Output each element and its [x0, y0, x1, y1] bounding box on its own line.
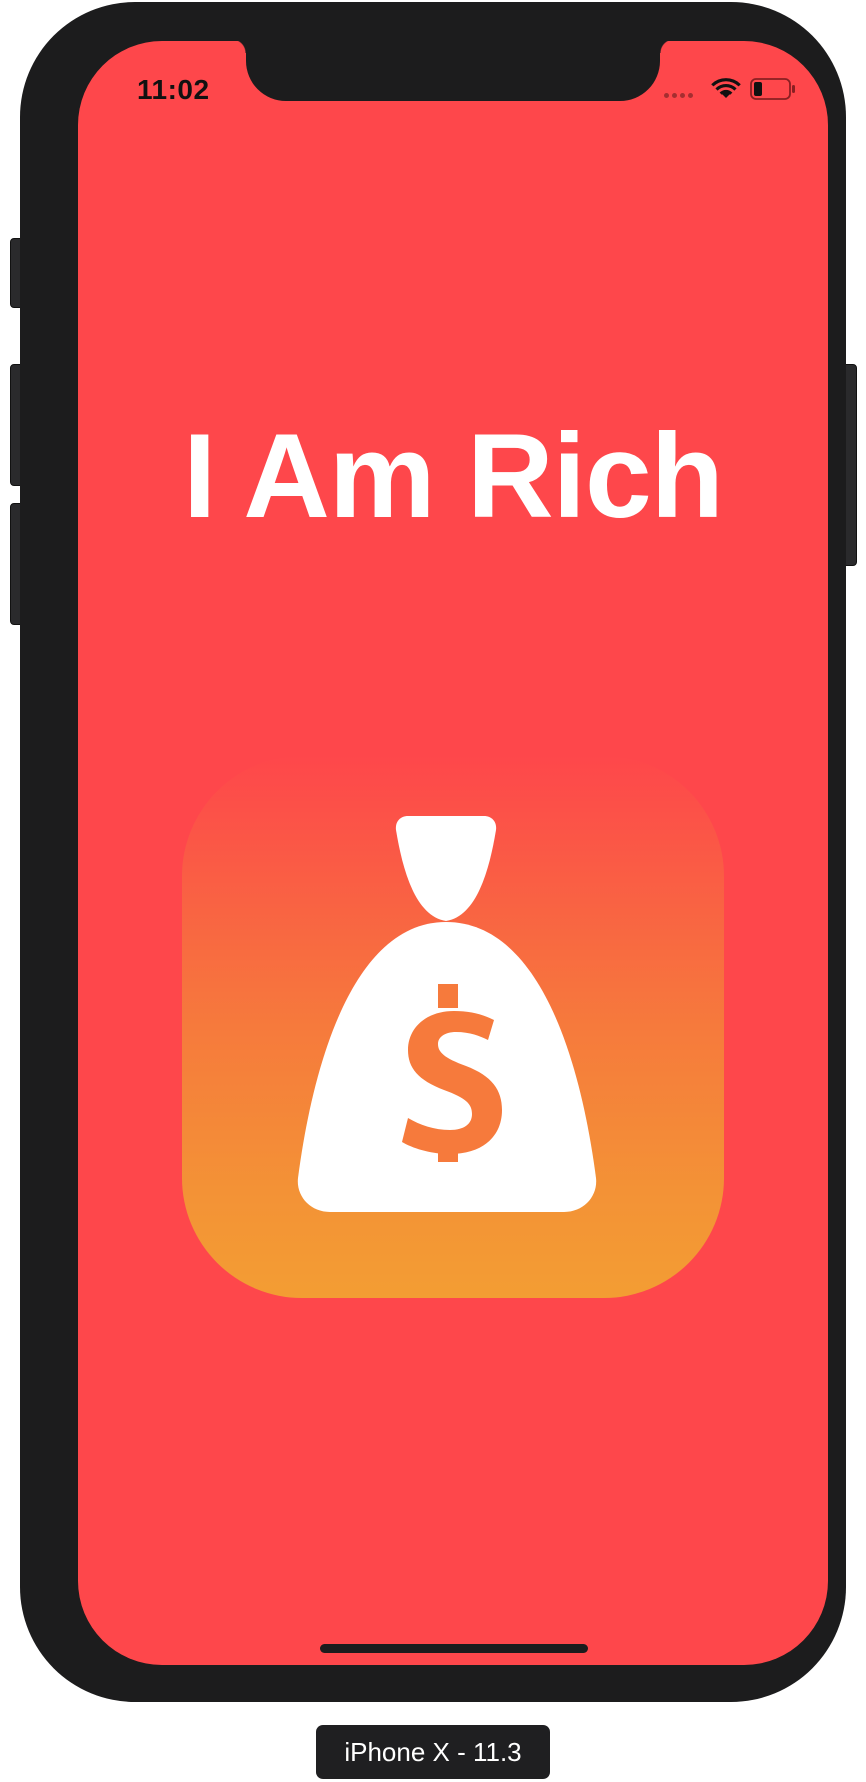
device-notch: [232, 41, 674, 101]
home-indicator[interactable]: [320, 1644, 588, 1653]
app-title: I Am Rich: [183, 409, 724, 543]
wifi-icon: [711, 78, 741, 98]
money-bag-dollar-icon: [182, 756, 724, 1298]
iphone-frame: 11:02 I Am Rich: [20, 2, 846, 1702]
battery-low-icon: [750, 78, 795, 100]
no-signal-dots-icon: [664, 93, 693, 98]
power-button: [845, 364, 857, 566]
status-bar-time: 11:02: [137, 74, 210, 105]
device-label: iPhone X - 11.3: [316, 1725, 550, 1779]
app-screen: 11:02 I Am Rich: [78, 41, 828, 1665]
